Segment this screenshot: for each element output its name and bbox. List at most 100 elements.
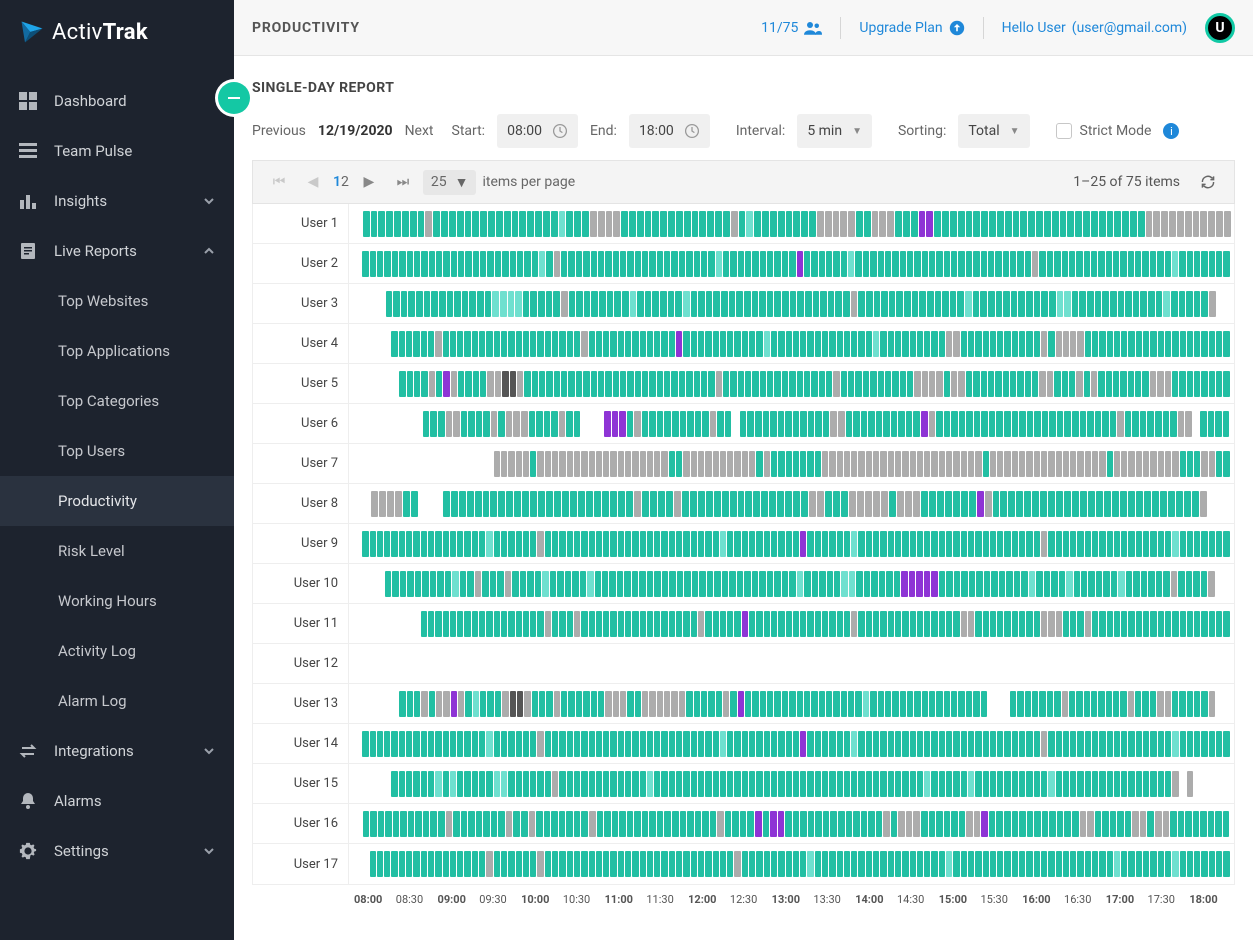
activity-segment[interactable] xyxy=(1056,651,1062,677)
activity-segment[interactable] xyxy=(1128,611,1134,637)
activity-segment[interactable] xyxy=(988,291,995,317)
activity-segment[interactable] xyxy=(705,451,711,477)
activity-segment[interactable] xyxy=(1216,331,1222,357)
user-row-track[interactable] xyxy=(349,244,1234,283)
activity-segment[interactable] xyxy=(443,331,449,357)
activity-segment[interactable] xyxy=(554,371,560,397)
activity-segment[interactable] xyxy=(602,491,609,517)
activity-segment[interactable] xyxy=(841,571,847,597)
activity-segment[interactable] xyxy=(934,211,941,237)
activity-segment[interactable] xyxy=(720,851,726,877)
activity-segment[interactable] xyxy=(413,731,419,757)
activity-segment[interactable] xyxy=(763,411,770,437)
activity-segment[interactable] xyxy=(660,211,667,237)
activity-segment[interactable] xyxy=(362,371,368,397)
activity-segment[interactable] xyxy=(598,691,604,717)
activity-segment[interactable] xyxy=(858,611,864,637)
activity-segment[interactable] xyxy=(1085,611,1091,637)
activity-segment[interactable] xyxy=(496,211,503,237)
activity-segment[interactable] xyxy=(501,331,507,357)
activity-segment[interactable] xyxy=(1004,811,1011,837)
activity-segment[interactable] xyxy=(1107,731,1113,757)
activity-segment[interactable] xyxy=(990,451,996,477)
activity-segment[interactable] xyxy=(878,251,884,277)
activity-segment[interactable] xyxy=(793,811,800,837)
activity-segment[interactable] xyxy=(537,771,543,797)
activity-segment[interactable] xyxy=(508,611,514,637)
activity-segment[interactable] xyxy=(942,291,949,317)
activity-segment[interactable] xyxy=(793,211,800,237)
activity-segment[interactable] xyxy=(1201,571,1207,597)
activity-segment[interactable] xyxy=(876,411,883,437)
activity-segment[interactable] xyxy=(742,851,748,877)
activity-segment[interactable] xyxy=(1133,291,1140,317)
user-row-label[interactable]: User 11 xyxy=(253,604,349,643)
activity-segment[interactable] xyxy=(1012,851,1018,877)
activity-segment[interactable] xyxy=(559,451,565,477)
activity-segment[interactable] xyxy=(999,571,1005,597)
activity-segment[interactable] xyxy=(1121,331,1127,357)
activity-segment[interactable] xyxy=(552,851,558,877)
activity-segment[interactable] xyxy=(1223,771,1229,797)
activity-segment[interactable] xyxy=(371,491,378,517)
activity-segment[interactable] xyxy=(1163,291,1170,317)
activity-segment[interactable] xyxy=(1172,251,1178,277)
activity-segment[interactable] xyxy=(851,731,857,757)
activity-segment[interactable] xyxy=(443,451,449,477)
activity-segment[interactable] xyxy=(961,611,967,637)
activity-segment[interactable] xyxy=(713,771,719,797)
activity-segment[interactable] xyxy=(523,651,529,677)
activity-segment[interactable] xyxy=(1142,691,1148,717)
activity-segment[interactable] xyxy=(720,731,726,757)
activity-segment[interactable] xyxy=(1041,531,1047,557)
activity-segment[interactable] xyxy=(530,531,536,557)
activity-segment[interactable] xyxy=(391,531,397,557)
activity-segment[interactable] xyxy=(1128,451,1134,477)
activity-segment[interactable] xyxy=(1092,451,1098,477)
activity-segment[interactable] xyxy=(370,411,377,437)
activity-segment[interactable] xyxy=(1187,851,1193,877)
activity-segment[interactable] xyxy=(786,331,792,357)
activity-segment[interactable] xyxy=(559,651,565,677)
activity-segment[interactable] xyxy=(827,571,833,597)
pager-last-button[interactable]: ⏭ xyxy=(389,168,417,196)
activity-segment[interactable] xyxy=(530,731,536,757)
activity-segment[interactable] xyxy=(1069,251,1075,277)
activity-segment[interactable] xyxy=(1034,851,1040,877)
activity-segment[interactable] xyxy=(929,811,936,837)
activity-segment[interactable] xyxy=(1216,771,1222,797)
activity-segment[interactable] xyxy=(997,531,1003,557)
activity-segment[interactable] xyxy=(654,651,660,677)
activity-segment[interactable] xyxy=(1063,451,1069,477)
activity-segment[interactable] xyxy=(866,731,872,757)
activity-segment[interactable] xyxy=(620,251,626,277)
activity-segment[interactable] xyxy=(416,291,423,317)
activity-segment[interactable] xyxy=(953,451,959,477)
activity-segment[interactable] xyxy=(632,331,638,357)
activity-segment[interactable] xyxy=(953,491,960,517)
activity-segment[interactable] xyxy=(1194,651,1200,677)
activity-segment[interactable] xyxy=(640,651,646,677)
activity-segment[interactable] xyxy=(1158,851,1164,877)
activity-segment[interactable] xyxy=(1126,571,1132,597)
activity-segment[interactable] xyxy=(370,811,377,837)
activity-segment[interactable] xyxy=(1012,531,1018,557)
pager-first-button[interactable]: ⏮ xyxy=(265,168,293,196)
activity-segment[interactable] xyxy=(428,731,434,757)
activity-segment[interactable] xyxy=(996,811,1003,837)
activity-segment[interactable] xyxy=(1026,851,1032,877)
activity-segment[interactable] xyxy=(439,291,446,317)
activity-segment[interactable] xyxy=(363,411,370,437)
activity-segment[interactable] xyxy=(1056,771,1062,797)
activity-segment[interactable] xyxy=(1026,451,1032,477)
activity-segment[interactable] xyxy=(362,691,368,717)
activity-segment[interactable] xyxy=(589,451,595,477)
activity-segment[interactable] xyxy=(1017,251,1023,277)
activity-segment[interactable] xyxy=(589,851,595,877)
activity-segment[interactable] xyxy=(937,491,944,517)
previous-link[interactable]: Previous xyxy=(252,123,306,139)
activity-segment[interactable] xyxy=(939,731,945,757)
activity-segment[interactable] xyxy=(1209,691,1215,717)
activity-segment[interactable] xyxy=(408,411,415,437)
activity-segment[interactable] xyxy=(1140,811,1147,837)
